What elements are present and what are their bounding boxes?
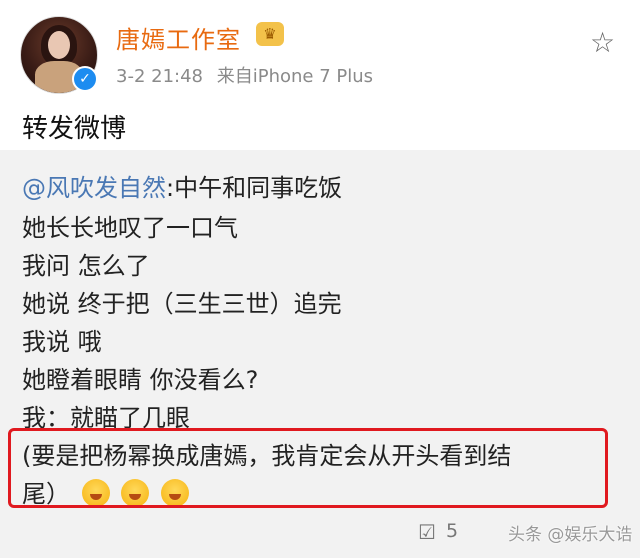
post-meta: 3-2 21:48 来自iPhone 7 Plus bbox=[116, 62, 373, 88]
quoted-line-1-text: :中午和同事吃饭 bbox=[166, 174, 343, 202]
quoted-line: 她长长地叹了一口气 bbox=[22, 214, 238, 242]
post-source: 来自iPhone 7 Plus bbox=[216, 66, 374, 87]
quoted-line: 她说 终于把（三生三世）追完 bbox=[22, 290, 342, 318]
post-timestamp: 3-2 21:48 bbox=[116, 66, 203, 87]
repost-icon[interactable]: ☑ bbox=[418, 520, 436, 544]
repost-text: 转发微博 bbox=[22, 114, 127, 144]
quoted-line: 我说 哦 bbox=[22, 328, 102, 356]
mention-link[interactable]: @风吹发自然 bbox=[22, 174, 166, 202]
avatar-face bbox=[48, 31, 70, 59]
watermark: 头条 @娱乐大诰 bbox=[508, 525, 633, 545]
vip-badge-icon: ♛ bbox=[256, 22, 284, 46]
repost-count[interactable]: 5 bbox=[446, 520, 458, 542]
verified-icon: ✓ bbox=[72, 66, 98, 92]
quoted-line-1: @风吹发自然:中午和同事吃饭 bbox=[22, 168, 342, 203]
highlight-box bbox=[8, 428, 608, 508]
quoted-line: 她瞪着眼睛 你没看么? bbox=[22, 366, 259, 394]
quoted-line: 我问 怎么了 bbox=[22, 252, 150, 280]
star-icon[interactable]: ☆ bbox=[590, 26, 615, 59]
username[interactable]: 唐嫣工作室 bbox=[116, 20, 241, 55]
